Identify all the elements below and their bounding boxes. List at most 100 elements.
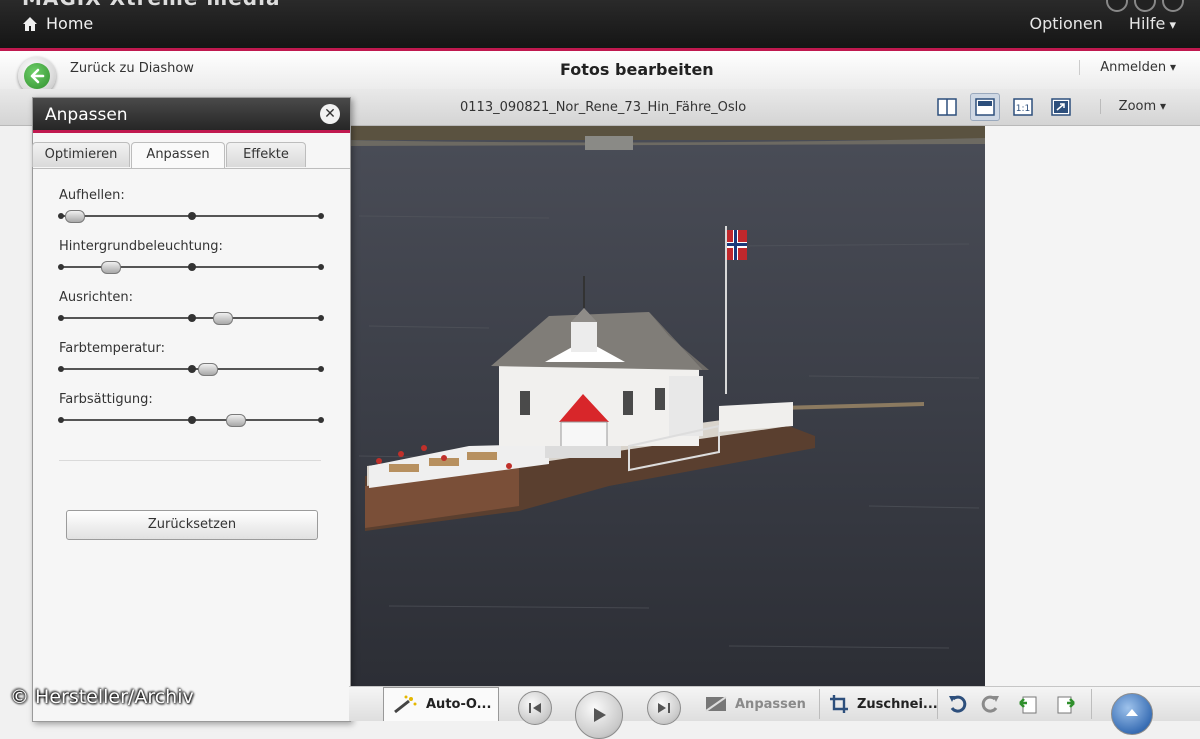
app-title-fragment: MAGIX Xtreme media (22, 0, 280, 10)
slider-tick (318, 213, 324, 219)
slider-thumb[interactable] (226, 414, 247, 427)
single-view-button[interactable] (932, 93, 962, 121)
rotate-left-icon (949, 695, 967, 713)
panel-title: Anpassen (45, 105, 128, 125)
slider-tick (188, 416, 196, 424)
filmstrip-view-button[interactable] (970, 93, 1000, 121)
rotate-left-button[interactable] (947, 687, 969, 721)
separator (1091, 689, 1092, 719)
slider-label: Ausrichten: (59, 290, 133, 305)
adjust-panel: Anpassen ✕ Optimieren Anpassen Effekte A… (32, 97, 351, 722)
slider-tick (188, 365, 196, 373)
slider-row: Aufhellen: (58, 188, 325, 239)
slider-thumb[interactable] (101, 261, 122, 274)
slider-tick (58, 315, 64, 321)
tab-anpassen[interactable]: Anpassen (131, 142, 225, 168)
slider-tick (188, 212, 196, 220)
slider-row: Hintergrundbeleuchtung: (58, 239, 325, 290)
window-controls (1106, 0, 1184, 12)
fit-window-button[interactable] (1046, 93, 1076, 121)
slider-label: Farbtemperatur: (59, 341, 165, 356)
single-view-icon (937, 98, 957, 116)
photo-canvas[interactable] (349, 126, 985, 686)
menu-hilfe[interactable]: Hilfe (1129, 14, 1176, 33)
crop-icon (830, 695, 848, 713)
slider-row: Farbtemperatur: (58, 341, 325, 392)
login-dropdown[interactable]: Anmelden (1079, 60, 1176, 75)
tab-optimieren[interactable]: Optimieren (32, 142, 130, 167)
slider-thumb[interactable] (197, 363, 218, 376)
menu-optionen[interactable]: Optionen (1030, 14, 1103, 33)
slider-label: Hintergrundbeleuchtung: (59, 239, 223, 254)
copy-right-button[interactable] (1055, 687, 1077, 721)
right-empty-area (985, 126, 1200, 686)
slider-tick (58, 417, 64, 423)
home-button[interactable]: Home (22, 14, 93, 33)
rotate-right-button[interactable] (979, 687, 1001, 721)
actual-size-icon: 1:1 (1013, 98, 1033, 116)
adjust-button[interactable]: Anpassen (705, 687, 806, 721)
slider-tick (58, 366, 64, 372)
slider-track[interactable] (58, 261, 324, 274)
back-label[interactable]: Zurück zu Diashow (70, 61, 194, 76)
slider-track[interactable] (58, 414, 324, 427)
actual-size-button[interactable]: 1:1 (1008, 93, 1038, 121)
slider-label: Farbsättigung: (59, 392, 153, 407)
up-arrow-icon (1126, 709, 1138, 716)
crop-label: Zuschnei... (857, 696, 938, 712)
crop-button[interactable]: Zuschnei... (829, 687, 938, 721)
slider-thumb[interactable] (213, 312, 234, 325)
upload-button[interactable] (1111, 693, 1153, 735)
filmstrip-view-icon (975, 98, 995, 116)
play-button[interactable] (575, 691, 623, 739)
window-button[interactable] (1106, 0, 1128, 12)
close-icon[interactable]: ✕ (320, 104, 340, 124)
copy-right-icon (1057, 696, 1075, 714)
panel-tabs: Optimieren Anpassen Effekte (32, 142, 350, 169)
slider-tick (318, 264, 324, 270)
slider-tick (188, 263, 196, 271)
separator (819, 689, 820, 719)
slider-tick (58, 213, 64, 219)
back-arrow-icon (30, 68, 45, 84)
auto-optimize-button[interactable]: Auto-O... (383, 687, 499, 721)
copyright-watermark: © Hersteller/Archiv (10, 686, 194, 708)
magic-wand-icon (394, 695, 417, 713)
auto-optimize-label: Auto-O... (426, 697, 492, 712)
next-icon (658, 703, 670, 713)
play-icon (594, 708, 606, 722)
rotate-right-icon (981, 695, 999, 713)
top-bar: MAGIX Xtreme media Home Optionen Hilfe (0, 0, 1200, 51)
copy-left-button[interactable] (1017, 687, 1039, 721)
sub-header: Zurück zu Diashow Fotos bearbeiten Anmel… (0, 51, 1200, 95)
previous-icon (529, 703, 541, 713)
fit-window-icon (1051, 98, 1071, 116)
slider-row: Ausrichten: (58, 290, 325, 341)
window-button[interactable] (1162, 0, 1184, 12)
adjust-label: Anpassen (735, 696, 806, 712)
slider-label: Aufhellen: (59, 188, 125, 203)
slider-list: Aufhellen: Hintergrundbeleuchtung: Ausrich… (58, 188, 325, 443)
slider-track[interactable] (58, 210, 324, 223)
slider-row: Farbsättigung: (58, 392, 325, 443)
window-button[interactable] (1134, 0, 1156, 12)
slider-tick (58, 264, 64, 270)
slider-tick (318, 315, 324, 321)
slider-tick (188, 314, 196, 322)
home-icon (23, 16, 37, 31)
reset-button[interactable]: Zurücksetzen (66, 510, 318, 540)
separator (937, 689, 938, 719)
zoom-dropdown[interactable]: Zoom (1099, 99, 1166, 114)
adjust-icon (705, 696, 727, 712)
svg-text:1:1: 1:1 (1016, 104, 1030, 114)
copy-left-icon (1019, 696, 1037, 714)
slider-thumb[interactable] (65, 210, 85, 223)
slider-track[interactable] (58, 363, 324, 376)
home-label: Home (46, 14, 94, 33)
page-title: Fotos bearbeiten (560, 60, 714, 79)
tab-effekte[interactable]: Effekte (226, 142, 306, 167)
divider (59, 460, 321, 461)
bottom-toolbar: Auto-O... Anpassen Zuschnei... (349, 686, 1200, 739)
slider-track[interactable] (58, 312, 324, 325)
file-name: 0113_090821_Nor_Rene_73_Hin_Fähre_Oslo (460, 100, 747, 115)
